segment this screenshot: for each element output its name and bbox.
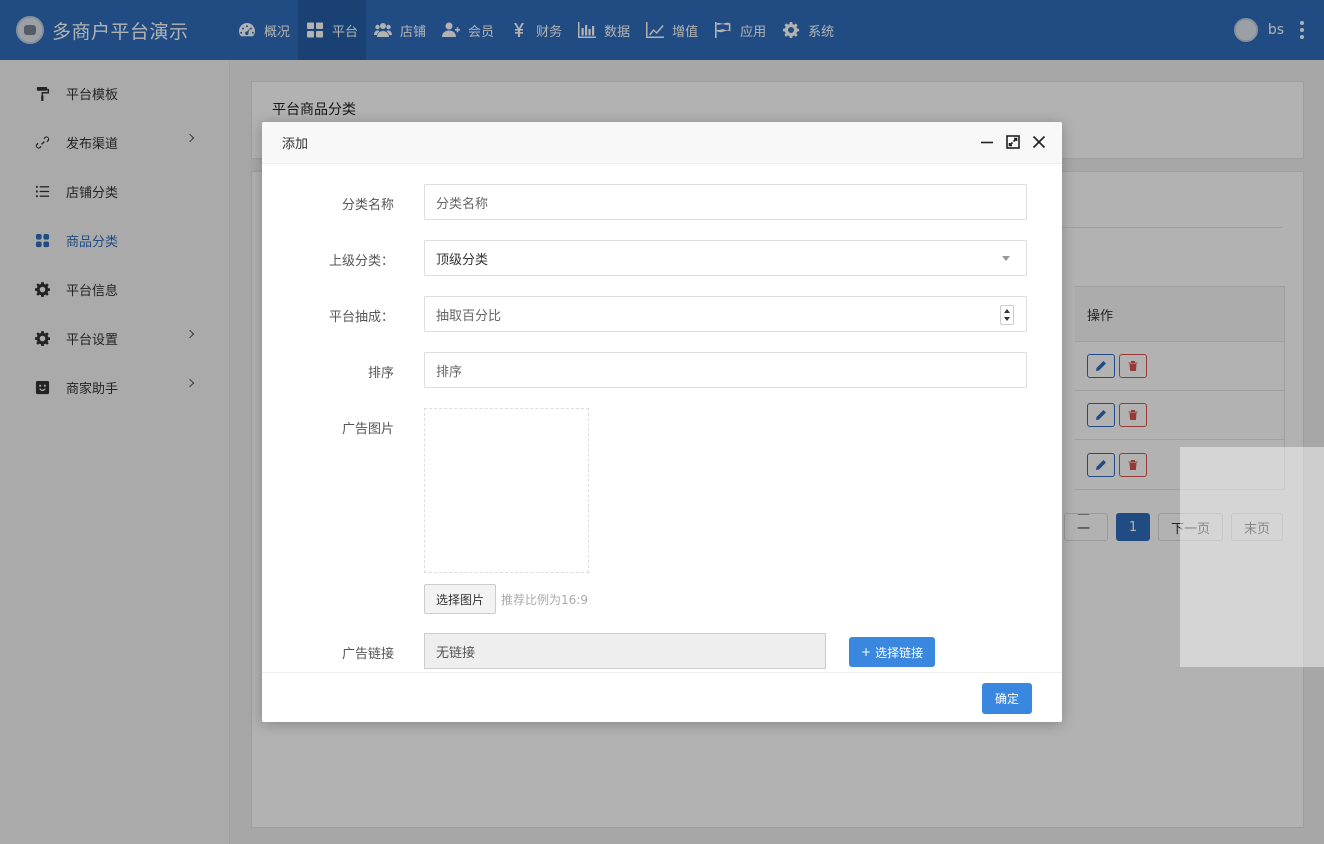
ad-link-label: 广告链接 — [341, 647, 394, 662]
sort-placeholder: 排序 — [436, 364, 463, 380]
confirm-button[interactable]: 确定 — [982, 683, 1032, 714]
select-image-button[interactable]: 选择图片 — [424, 584, 497, 614]
add-category-dialog: 添加 分类名称 分类名称 上级分类： 顶级分类 平台抽成： 抽取百分比 排序 排… — [262, 122, 1062, 722]
dialog-header: 添加 — [262, 122, 1062, 164]
parent-category-select[interactable]: 顶级分类 — [424, 240, 1027, 276]
dialog-footer: 确定 — [262, 672, 1062, 722]
ad-link-value: 无链接 — [436, 645, 476, 661]
image-ratio-hint: 推荐比例为16:9 — [501, 593, 588, 607]
select-link-button[interactable]: + 选择链接 — [849, 637, 936, 667]
parent-category-label: 上级分类： — [328, 254, 394, 269]
sort-input[interactable]: 排序 — [424, 352, 1027, 388]
caret-down-icon — [1002, 256, 1010, 261]
category-name-label: 分类名称 — [341, 198, 394, 213]
commission-label: 平台抽成： — [328, 310, 394, 325]
dialog-window-controls — [980, 135, 1046, 149]
minimize-icon[interactable] — [980, 135, 994, 149]
dialog-body: 分类名称 分类名称 上级分类： 顶级分类 平台抽成： 抽取百分比 排序 排序 广… — [262, 164, 1062, 672]
ad-link-field: 无链接 — [424, 633, 826, 669]
parent-category-value: 顶级分类 — [436, 252, 489, 268]
maximize-icon[interactable] — [1006, 135, 1020, 149]
select-link-label: 选择链接 — [875, 645, 924, 660]
commission-placeholder: 抽取百分比 — [436, 308, 502, 324]
category-name-input[interactable]: 分类名称 — [424, 184, 1027, 220]
category-name-placeholder: 分类名称 — [436, 196, 489, 212]
number-spinner[interactable] — [1000, 305, 1014, 325]
ad-image-label: 广告图片 — [341, 422, 394, 437]
close-icon[interactable] — [1032, 135, 1046, 149]
dialog-title: 添加 — [282, 137, 309, 152]
image-preview — [424, 408, 589, 573]
commission-input[interactable]: 抽取百分比 — [424, 296, 1027, 332]
plus-icon: + — [861, 645, 872, 659]
ghost-tooltip-area — [1180, 447, 1324, 667]
sort-label: 排序 — [367, 366, 394, 381]
